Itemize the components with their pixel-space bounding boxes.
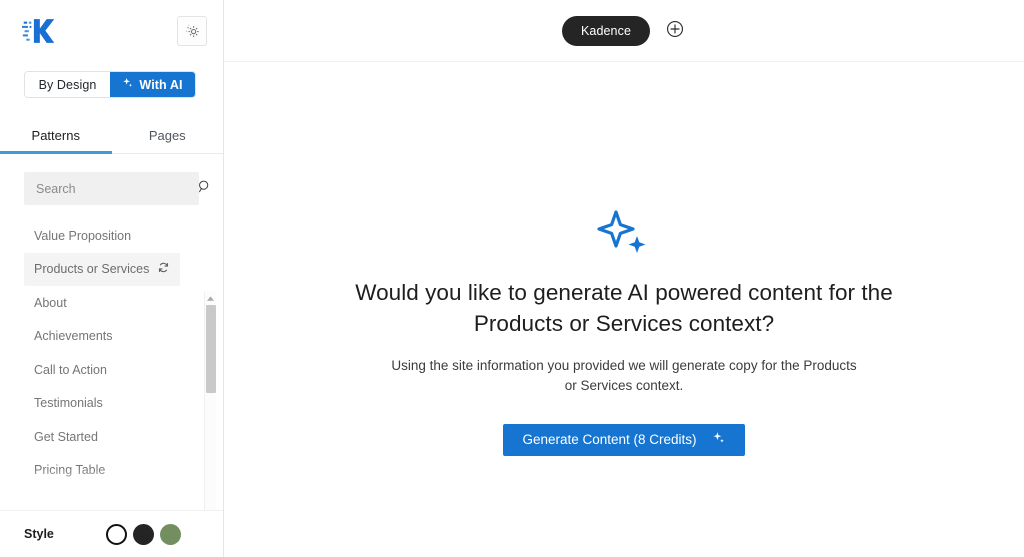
settings-button[interactable] (177, 16, 207, 46)
tab-pages[interactable]: Pages (112, 120, 224, 153)
plus-circle-icon (665, 19, 685, 42)
search-box[interactable] (24, 172, 209, 205)
sidebar-header (0, 0, 223, 62)
style-bar: Style (0, 510, 223, 557)
pattern-item-testimonials[interactable]: Testimonials (24, 387, 180, 421)
tab-pages-label: Pages (148, 128, 186, 143)
site-name-label: Kadence (580, 23, 632, 38)
with-ai-button[interactable]: With AI (110, 72, 195, 97)
pattern-label: Products or Services (34, 262, 150, 277)
ai-prompt-panel: Would you like to generate AI powered co… (224, 62, 1024, 557)
search-input[interactable] (36, 181, 197, 196)
by-design-button[interactable]: By Design (25, 72, 110, 97)
pattern-list-scrollbar[interactable] (204, 291, 216, 510)
pattern-item-about[interactable]: About (24, 286, 180, 320)
pattern-list-region: Value Proposition Products or Services A… (0, 219, 223, 510)
pattern-item-value-proposition[interactable]: Value Proposition (24, 219, 180, 253)
sparkle-icon (595, 210, 653, 263)
prompt-title: Would you like to generate AI powered co… (355, 280, 893, 336)
pattern-label: Location (34, 496, 82, 510)
pattern-label: Testimonials (34, 396, 103, 411)
main-panel: Kadence Would you like to generate AI po… (224, 0, 1024, 557)
with-ai-label: With AI (139, 77, 183, 92)
search-icon[interactable] (197, 179, 212, 199)
gear-icon (184, 22, 200, 41)
app-root: By Design With AI Patterns Pages Search … (0, 0, 1024, 557)
main-topbar: Kadence (224, 0, 1024, 62)
pattern-label: About (34, 295, 67, 310)
pattern-item-achievements[interactable]: Achievements (24, 320, 180, 354)
prompt-subtitle: Using the site information you provided … (391, 358, 857, 394)
site-pill-button[interactable]: Kadence (561, 15, 651, 46)
style-swatches (106, 523, 199, 545)
generate-content-button[interactable]: Generate Content (8 Credits) (503, 423, 745, 456)
pattern-label: Call to Action (34, 362, 107, 377)
pattern-label: Get Started (34, 429, 98, 444)
style-swatch-white[interactable] (106, 523, 127, 545)
scrollbar-track[interactable] (205, 303, 217, 510)
add-site-button[interactable] (664, 20, 686, 42)
mode-toggle-group: By Design With AI (24, 71, 196, 98)
pattern-item-call-to-action[interactable]: Call to Action (24, 353, 180, 387)
sidebar-tabs: Patterns Pages (0, 120, 223, 154)
pattern-item-get-started[interactable]: Get Started (24, 420, 180, 454)
pattern-list: Value Proposition Products or Services A… (0, 219, 204, 510)
pattern-item-products-or-services[interactable]: Products or Services (24, 252, 180, 286)
pattern-label: Achievements (34, 329, 113, 344)
style-label: Style (24, 527, 54, 541)
refresh-icon[interactable] (157, 261, 170, 277)
tab-patterns[interactable]: Patterns (0, 120, 112, 154)
style-swatch-green[interactable] (160, 523, 181, 545)
by-design-label: By Design (38, 77, 97, 92)
pattern-item-pricing-table[interactable]: Pricing Table (24, 454, 180, 488)
scrollbar-thumb[interactable] (205, 305, 216, 393)
kadence-logo-icon (22, 16, 56, 46)
pattern-label: Value Proposition (34, 228, 132, 243)
sparkle-icon (712, 431, 726, 448)
generate-content-label: Generate Content (8 Credits) (522, 432, 697, 448)
pattern-label: Pricing Table (34, 463, 106, 478)
style-swatch-black[interactable] (133, 523, 154, 545)
scrollbar-up-arrow[interactable] (205, 291, 217, 303)
sidebar: By Design With AI Patterns Pages Search … (0, 0, 224, 557)
pattern-item-location[interactable]: Location (24, 487, 180, 510)
sparkle-icon (122, 77, 134, 92)
tab-patterns-label: Patterns (31, 128, 80, 143)
